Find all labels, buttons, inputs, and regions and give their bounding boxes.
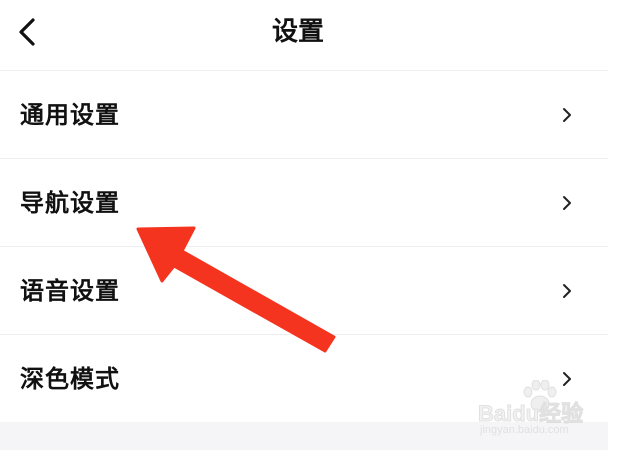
page-title: 设置 (271, 17, 324, 47)
chevron-right-icon (563, 284, 571, 298)
menu-item-general-settings[interactable]: 通用设置 (0, 71, 608, 159)
settings-screen: 设置 通用设置 导航设置 语音设置 深色模式 (0, 0, 608, 450)
menu-item-dark-mode[interactable]: 深色模式 (0, 335, 608, 423)
menu-item-label: 导航设置 (20, 189, 120, 217)
footer-band (0, 422, 608, 450)
header-bar: 设置 (0, 0, 608, 71)
settings-menu-list: 通用设置 导航设置 语音设置 深色模式 (0, 71, 608, 423)
chevron-right-icon (563, 372, 571, 386)
menu-item-voice-settings[interactable]: 语音设置 (0, 247, 608, 335)
chevron-right-icon (563, 108, 571, 122)
chevron-right-icon (563, 196, 571, 210)
menu-item-label: 深色模式 (20, 365, 120, 393)
menu-item-navigation-settings[interactable]: 导航设置 (0, 159, 608, 247)
menu-item-label: 通用设置 (20, 101, 120, 129)
menu-item-label: 语音设置 (20, 277, 120, 305)
right-edge-strip (608, 0, 626, 450)
